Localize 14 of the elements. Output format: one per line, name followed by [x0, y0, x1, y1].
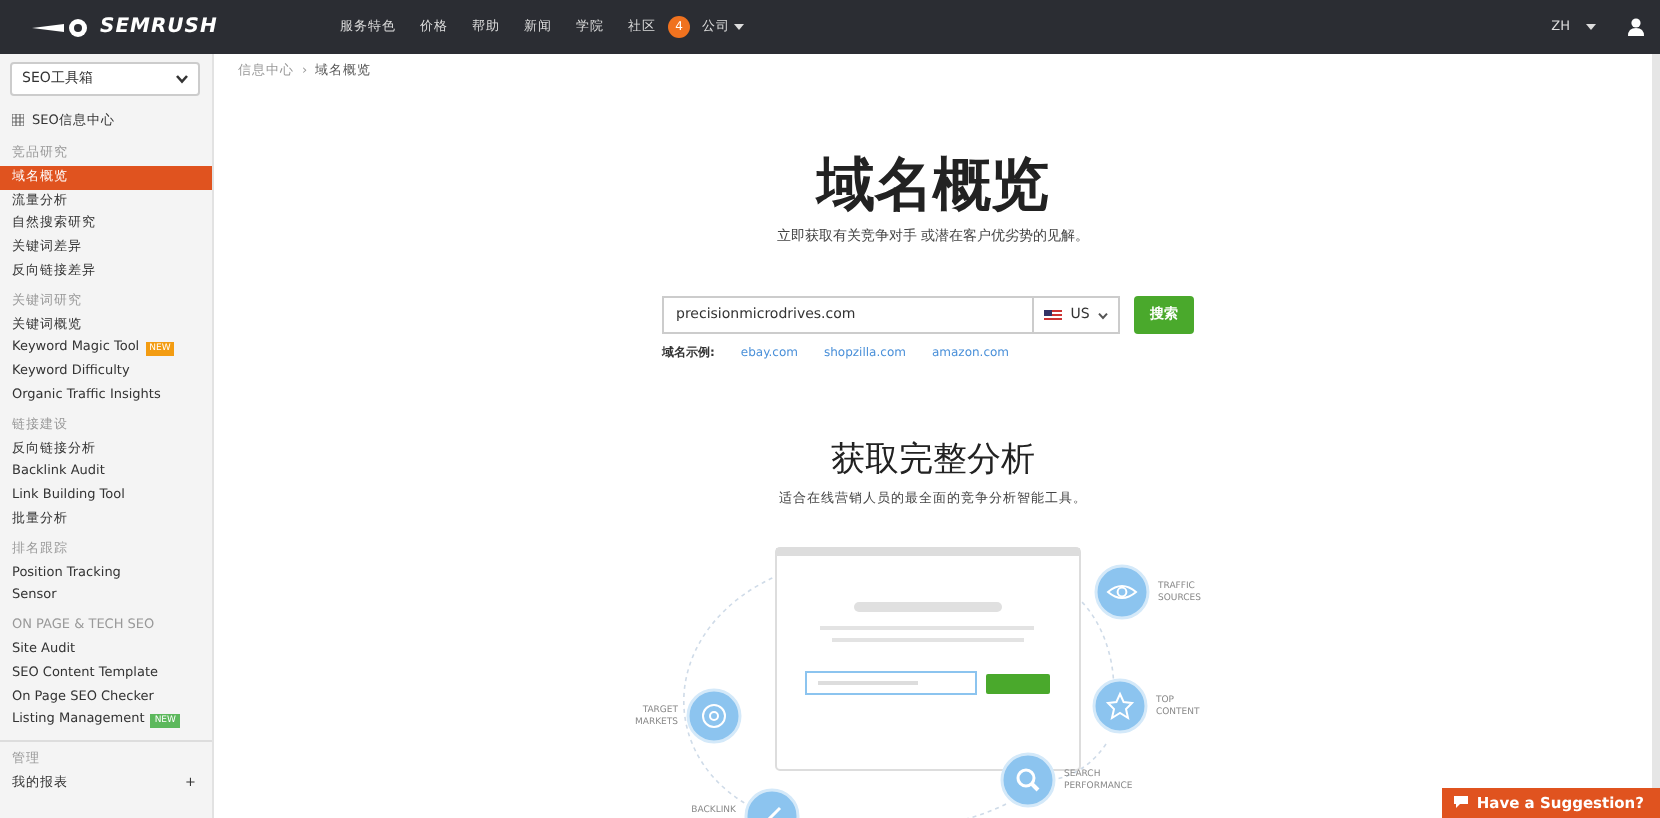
- target-icon: [685, 687, 741, 743]
- logo-icon: [32, 17, 92, 37]
- logo-text: SEMRUSH: [100, 14, 218, 42]
- chevron-icon: [176, 74, 188, 84]
- search-icon: [999, 751, 1055, 807]
- grid-icon: [12, 114, 24, 126]
- page-title: 域名概览: [817, 153, 1049, 218]
- eye-icon: [1093, 563, 1149, 619]
- user-icon[interactable]: [1628, 18, 1644, 36]
- chat-icon: [1454, 796, 1469, 809]
- chevron-icon: [1097, 311, 1108, 320]
- flag-icon: [1044, 309, 1063, 322]
- link-icon: [743, 787, 799, 818]
- section-title: 获取完整分析: [831, 442, 1035, 480]
